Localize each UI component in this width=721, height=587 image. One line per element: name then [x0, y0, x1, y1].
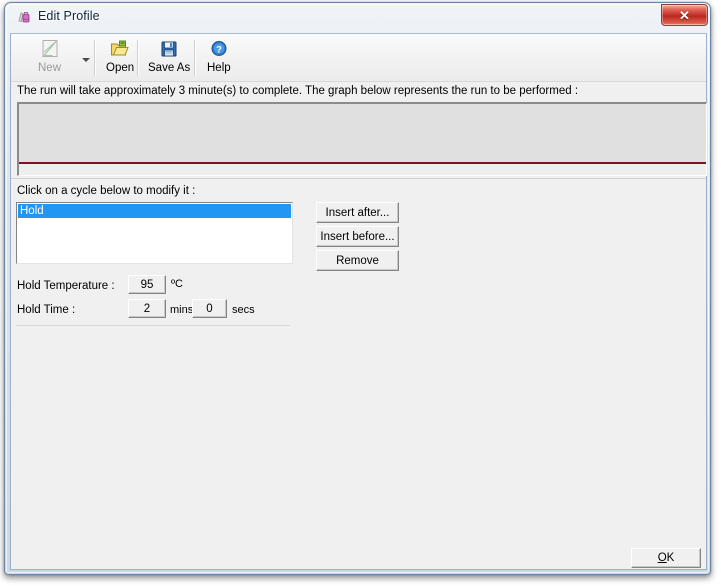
- open-button[interactable]: Open: [101, 37, 139, 79]
- help-question-icon: ?: [208, 39, 230, 60]
- hold-time-label: Hold Time :: [17, 304, 76, 316]
- fields-divider: [16, 325, 290, 326]
- ok-button[interactable]: OK: [631, 548, 701, 568]
- run-graph-panel: [17, 102, 707, 176]
- graph-axis-area: [19, 164, 706, 175]
- hold-temperature-input[interactable]: 95: [128, 275, 166, 294]
- toolbar: New Open Save As ? Help: [11, 34, 706, 82]
- minutes-unit-label: mins: [170, 304, 194, 316]
- toolbar-separator: [194, 40, 196, 76]
- cycle-list-box[interactable]: Hold: [16, 202, 293, 264]
- toolbar-separator: [137, 40, 139, 76]
- ok-button-label: K: [666, 552, 675, 564]
- run-summary-text: The run will take approximately 3 minute…: [17, 85, 579, 97]
- new-button[interactable]: New: [33, 37, 66, 79]
- window-title: Edit Profile: [38, 9, 100, 23]
- close-button[interactable]: ✕: [661, 4, 708, 26]
- open-folder-icon: [109, 39, 131, 60]
- help-button-label: Help: [207, 62, 231, 74]
- svg-text:?: ?: [216, 44, 222, 54]
- toolbar-separator: [94, 40, 96, 76]
- new-document-icon: [39, 39, 61, 60]
- cycle-hint-label: Click on a cycle below to modify it :: [17, 185, 196, 197]
- save-as-button-label: Save As: [148, 62, 191, 74]
- list-item[interactable]: Hold: [18, 204, 291, 218]
- hold-temperature-label: Hold Temperature :: [17, 280, 115, 292]
- open-button-label: Open: [106, 62, 135, 74]
- profile-icon: [16, 10, 32, 26]
- new-button-label: New: [38, 62, 62, 74]
- remove-button[interactable]: Remove: [316, 250, 399, 271]
- insert-after-button[interactable]: Insert after...: [316, 202, 399, 223]
- seconds-unit-label: secs: [232, 304, 255, 316]
- title-bar[interactable]: Edit Profile ✕: [5, 3, 712, 33]
- insert-before-button[interactable]: Insert before...: [316, 226, 399, 247]
- hold-minutes-input[interactable]: 2: [128, 299, 166, 318]
- ok-button-accelerator: O: [657, 552, 667, 564]
- new-dropdown-chevron-down-icon[interactable]: [82, 58, 90, 62]
- save-as-button[interactable]: Save As: [143, 37, 195, 79]
- dialog-client-area: New Open Save As ? Help The run will tak…: [10, 33, 707, 570]
- help-button[interactable]: ? Help: [202, 37, 236, 79]
- floppy-disk-icon: [158, 39, 180, 60]
- close-icon: ✕: [679, 7, 690, 23]
- hold-seconds-input[interactable]: 0: [192, 299, 227, 318]
- temperature-unit-label: ºC: [171, 278, 183, 290]
- edit-profile-window: Edit Profile ✕ New Open Save As ? Help T…: [4, 2, 711, 575]
- section-divider: [11, 178, 706, 179]
